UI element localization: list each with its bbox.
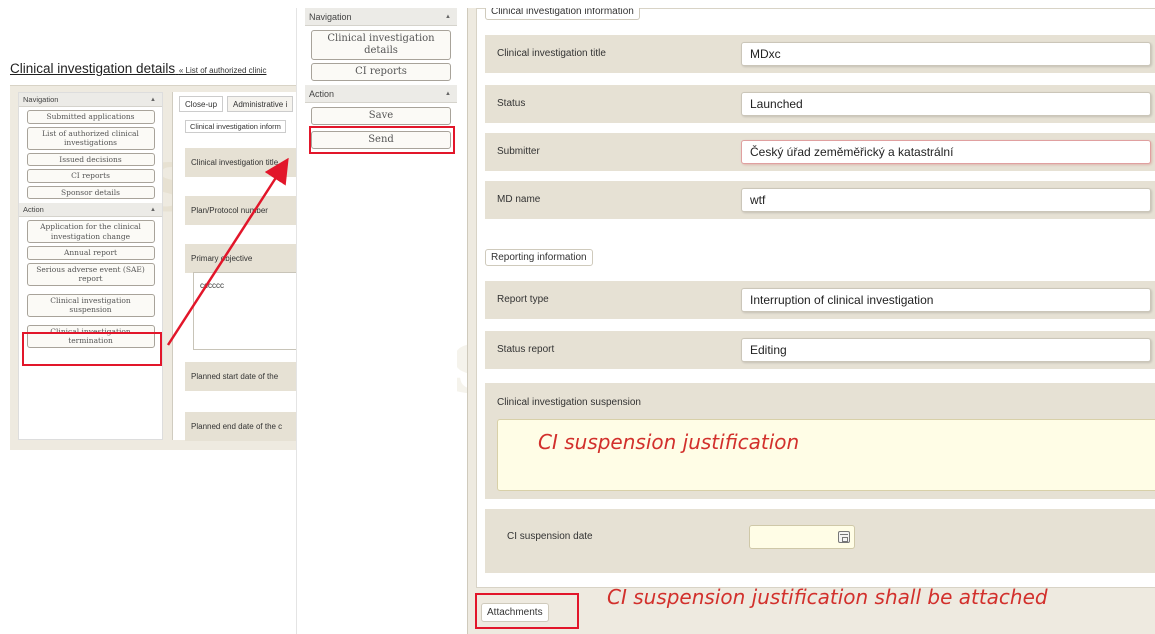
action-header-label: Action — [23, 205, 44, 214]
navigation-header[interactable]: Navigation ▲ — [305, 8, 457, 26]
fieldset-legend: Clinical investigation inform — [185, 120, 286, 133]
attachments-highlight-box — [475, 593, 579, 629]
status-field[interactable]: Launched — [741, 92, 1151, 116]
navigation-header-label: Navigation — [309, 12, 352, 22]
sidebar: Navigation ▲ Submitted applications List… — [18, 92, 163, 440]
suspension-button[interactable]: Clinical investigation suspension — [26, 293, 155, 317]
form-body: Clinical investigation information Clini… — [476, 8, 1155, 588]
navigation-header[interactable]: Navigation ▲ — [19, 93, 162, 107]
row-suspension: Clinical investigation suspension CI sus… — [485, 383, 1155, 499]
status-report-field[interactable]: Editing — [741, 338, 1151, 362]
tab-close-up[interactable]: Close-up — [179, 96, 224, 112]
row-planned-end-label: Planned end date of the c — [185, 412, 310, 441]
save-button[interactable]: Save — [311, 107, 451, 125]
issued-decisions-button[interactable]: Issued decisions — [26, 152, 155, 166]
primary-objective-textarea[interactable]: cccccc — [193, 272, 310, 350]
row-status: Status Launched — [485, 85, 1155, 123]
calendar-icon[interactable] — [838, 531, 850, 543]
row-status-report: Status report Editing — [485, 331, 1155, 369]
ci-title-label: Clinical investigation title — [497, 48, 606, 59]
sidebar: Navigation ▲ Clinical investigation deta… — [305, 8, 457, 634]
submitter-label: Submitter — [497, 146, 540, 157]
submitter-field[interactable]: Český úřad zeměměřický a katastrální — [741, 140, 1151, 164]
action-header[interactable]: Action ▲ — [305, 85, 457, 103]
page-title-text: Clinical investigation details — [10, 61, 176, 76]
md-name-field[interactable]: wtf — [741, 188, 1151, 212]
ci-info-legend: Clinical investigation information — [485, 8, 640, 20]
reporting-legend: Reporting information — [485, 249, 593, 266]
ci-details-button[interactable]: Clinical investigation details — [311, 30, 451, 60]
suspension-textarea[interactable]: CI suspension justification — [497, 419, 1155, 491]
action-header-label: Action — [309, 89, 335, 99]
ci-reports-button[interactable]: CI reports — [26, 169, 155, 183]
authorized-investigations-button[interactable]: List of authorized clinical investigatio… — [26, 126, 155, 150]
collapse-arrow-icon[interactable]: ▲ — [445, 8, 451, 26]
collapse-arrow-icon[interactable]: ▲ — [445, 85, 451, 103]
status-report-label: Status report — [497, 344, 555, 355]
background-screenshot: Clinical investigation details « List of… — [10, 55, 310, 450]
md-name-label: MD name — [497, 194, 541, 205]
row-suspension-date: CI suspension date — [485, 509, 1155, 573]
sae-report-button[interactable]: Serious adverse event (SAE) report — [26, 262, 155, 286]
row-report-type: Report type Interruption of clinical inv… — [485, 281, 1155, 319]
suspension-label: Clinical investigation suspension — [497, 397, 641, 408]
ci-reports-button[interactable]: CI reports — [311, 63, 451, 81]
annual-report-button[interactable]: Annual report — [26, 246, 155, 260]
suspension-annotation: CI suspension justification — [538, 430, 800, 454]
row-md-name: MD name wtf — [485, 181, 1155, 219]
change-application-button[interactable]: Application for the clinical investigati… — [26, 220, 155, 243]
row-protocol-label: Plan/Protocol number — [185, 196, 310, 225]
row-ci-title-label: Clinical investigation title — [185, 148, 310, 177]
row-planned-start-label: Planned start date of the — [185, 362, 310, 391]
breadcrumb[interactable]: « List of authorized clinic — [179, 66, 267, 75]
report-form: Clinical investigation information Clini… — [467, 8, 1155, 634]
details-pane: Close-up Administrative i Clinical inves… — [172, 92, 310, 441]
suspension-date-label: CI suspension date — [507, 531, 593, 542]
report-type-label: Report type — [497, 294, 549, 305]
sponsor-details-button[interactable]: Sponsor details — [26, 185, 155, 199]
suspension-highlight-box — [22, 332, 162, 366]
row-ci-title: Clinical investigation title MDxc — [485, 35, 1155, 73]
ci-title-field[interactable]: MDxc — [741, 42, 1151, 66]
page-title: Clinical investigation details « List of… — [10, 61, 266, 76]
collapse-arrow-icon[interactable]: ▲ — [150, 93, 156, 107]
row-submitter: Submitter Český úřad zeměměřický a katas… — [485, 133, 1155, 171]
row-primary-objective-label: Primary objective — [185, 244, 310, 273]
content-panel: Tes Navigation ▲ Submitted applications … — [10, 85, 310, 450]
foreground-screenshot: Tes Navigation ▲ Clinical investigation … — [296, 8, 1155, 634]
report-type-field[interactable]: Interruption of clinical investigation — [741, 288, 1151, 312]
collapse-arrow-icon[interactable]: ▲ — [150, 203, 156, 217]
suspension-date-input[interactable] — [749, 525, 855, 549]
send-highlight-box — [309, 126, 455, 154]
attachment-annotation: CI suspension justification shall be att… — [607, 585, 1048, 609]
navigation-header-label: Navigation — [23, 95, 59, 104]
status-label: Status — [497, 98, 526, 109]
tab-administrative[interactable]: Administrative i — [227, 96, 294, 112]
submitted-applications-button[interactable]: Submitted applications — [26, 110, 155, 124]
action-header[interactable]: Action ▲ — [19, 203, 162, 217]
